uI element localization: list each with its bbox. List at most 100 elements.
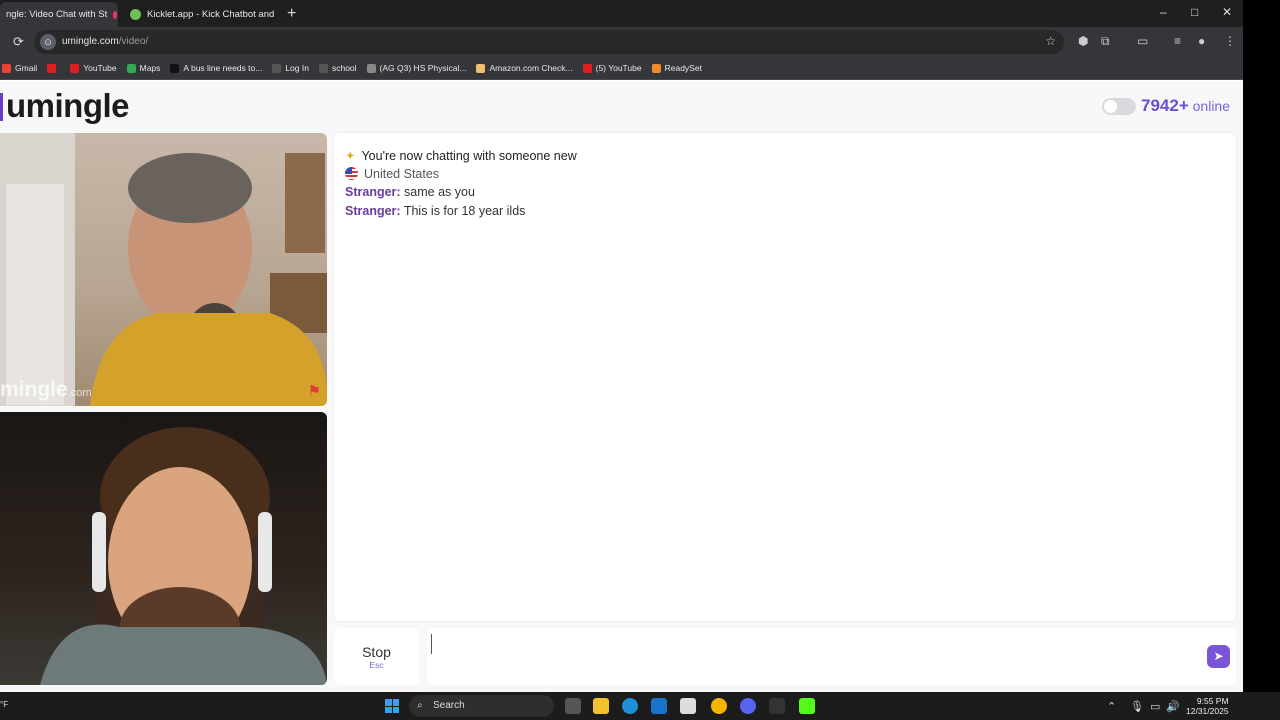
- discord-icon[interactable]: [740, 698, 756, 714]
- extensions-puzzle-icon[interactable]: ⧉: [1101, 34, 1110, 49]
- bookmark-item[interactable]: YouTube: [70, 63, 117, 73]
- microphone-icon[interactable]: 🎙: [1130, 700, 1144, 713]
- bookmark-label: Log In: [285, 63, 309, 73]
- address-bar[interactable]: ⊙ umingle.com/video/ ☆: [34, 30, 1064, 54]
- bookmark-label: A bus line needs to...: [183, 63, 263, 73]
- tab-kicklet[interactable]: Kicklet.app - Kick Chatbot and ✕: [124, 2, 279, 27]
- bookmark-favicon-icon: [2, 63, 11, 73]
- tab-label: Kicklet.app - Kick Chatbot and: [147, 9, 275, 20]
- bookmark-label: Maps: [139, 63, 161, 73]
- bookmark-star-icon[interactable]: ☆: [1045, 34, 1056, 48]
- kick-icon[interactable]: [799, 698, 815, 714]
- profile-avatar-icon[interactable]: ●: [1198, 34, 1205, 48]
- kicklet-favicon-icon: [130, 9, 141, 20]
- online-counter: 7942+ online: [1141, 96, 1230, 116]
- stop-label: Stop: [362, 644, 391, 660]
- taskbar-clock[interactable]: 9:55 PM 12/31/2025: [1186, 696, 1229, 716]
- chrome-icon[interactable]: [711, 698, 727, 714]
- chat-log: ✦ You're now chatting with someone new Un…: [334, 133, 1236, 621]
- video-watermark: mingle.com: [0, 378, 92, 401]
- self-video-frame: [40, 427, 327, 685]
- extension-icon[interactable]: ⬢: [1078, 34, 1088, 48]
- minimize-button[interactable]: –: [1160, 5, 1167, 19]
- online-label: online: [1188, 98, 1231, 114]
- site-info-icon[interactable]: ⊙: [40, 34, 56, 50]
- system-message: ✦ You're now chatting with someone new: [345, 149, 577, 163]
- close-tab-icon[interactable]: ✕: [274, 8, 279, 21]
- browser-toolbar: ⟳ ⊙ umingle.com/video/ ☆: [0, 27, 1243, 57]
- online-count: 7942+: [1141, 96, 1189, 115]
- self-video: [0, 412, 327, 685]
- sparkles-icon: ✦: [345, 149, 356, 163]
- store-icon[interactable]: [680, 698, 696, 714]
- bookmark-label: ReadySet: [664, 63, 702, 73]
- media-control-icon[interactable]: ≡: [1174, 34, 1181, 48]
- stranger-video-frame: [0, 133, 327, 406]
- bookmark-label: school: [331, 63, 357, 73]
- message-sender: Stranger:: [345, 185, 401, 199]
- obs-icon[interactable]: [769, 698, 785, 714]
- bookmark-favicon-icon: [582, 63, 592, 73]
- task-view-icon[interactable]: [565, 698, 581, 714]
- bookmark-item[interactable]: [47, 63, 60, 73]
- chat-message: Stranger: This is for 18 year ilds: [345, 204, 525, 218]
- bookmark-label: YouTube: [83, 63, 117, 73]
- volume-icon[interactable]: 🔊: [1166, 700, 1180, 713]
- message-input[interactable]: [431, 634, 1191, 654]
- bookmark-item[interactable]: Log In: [272, 63, 309, 73]
- taskbar-search[interactable]: ⌕ Search: [409, 695, 554, 717]
- message-sender: Stranger:: [345, 204, 401, 218]
- bookmark-favicon-icon: [47, 63, 57, 73]
- message-text: same as you: [400, 185, 475, 199]
- us-flag-icon: [345, 167, 358, 180]
- windows-start-icon[interactable]: [385, 699, 399, 713]
- bookmark-item[interactable]: (AG Q3) HS Physical...: [366, 63, 466, 73]
- show-hidden-icons-icon[interactable]: ⌃: [1107, 700, 1116, 713]
- new-tab-button[interactable]: +: [287, 5, 296, 23]
- stop-shortcut-hint: Esc: [369, 660, 384, 670]
- chat-message: Stranger: same as you: [345, 185, 475, 199]
- edge-icon[interactable]: [622, 698, 638, 714]
- bookmark-favicon-icon: [126, 63, 136, 73]
- message-box[interactable]: ➤: [427, 628, 1236, 685]
- message-text: This is for 18 year ilds: [400, 204, 526, 218]
- bookmark-favicon-icon: [318, 63, 328, 73]
- tab-umingle[interactable]: ngle: Video Chat with St ✕: [0, 2, 118, 27]
- maximize-button[interactable]: □: [1191, 5, 1198, 19]
- umingle-page: umingle 7942+ online mingle.com ⚑ ✦ You'…: [0, 81, 1243, 692]
- stranger-video: mingle.com ⚑: [0, 133, 327, 406]
- network-icon[interactable]: ▭: [1150, 700, 1160, 713]
- bookmark-item[interactable]: A bus line needs to...: [170, 63, 262, 73]
- bookmark-favicon-icon: [651, 63, 661, 73]
- theme-toggle[interactable]: [1102, 98, 1136, 115]
- send-icon[interactable]: ➤: [1207, 645, 1230, 668]
- menu-kebab-icon[interactable]: ⋮: [1224, 34, 1236, 48]
- bookmark-item[interactable]: Gmail: [2, 63, 37, 73]
- site-logo[interactable]: umingle: [6, 87, 130, 125]
- browser-window: ngle: Video Chat with St ✕ Kicklet.app -…: [0, 0, 1243, 692]
- bookmark-label: Amazon.com Check...: [489, 63, 573, 73]
- bookmark-item[interactable]: (5) YouTube: [582, 63, 642, 73]
- screen-edge: [1243, 0, 1280, 692]
- reload-icon[interactable]: ⟳: [13, 34, 24, 50]
- bookmark-item[interactable]: Maps: [126, 63, 161, 73]
- bookmark-item[interactable]: Amazon.com Check...: [476, 63, 573, 73]
- logo-accent: [0, 93, 3, 121]
- file-explorer-icon[interactable]: [593, 698, 609, 714]
- bookmark-favicon-icon: [272, 63, 282, 73]
- close-window-button[interactable]: ✕: [1222, 5, 1232, 19]
- bookmark-item[interactable]: ReadySet: [651, 63, 702, 73]
- close-tab-icon[interactable]: ✕: [117, 8, 118, 21]
- bookmark-label: (5) YouTube: [595, 63, 642, 73]
- bookmark-item[interactable]: school: [318, 63, 357, 73]
- bookmark-favicon-icon: [366, 63, 376, 73]
- windows-taskbar: °F ⌕ Search ⌃ 🎙 ▭ 🔊 9:55 PM 12/31/2025: [0, 692, 1280, 720]
- outlook-icon[interactable]: [651, 698, 667, 714]
- stop-button[interactable]: Stop Esc: [334, 628, 419, 685]
- url-text: umingle.com/video/: [62, 36, 149, 47]
- bookmark-favicon-icon: [476, 63, 486, 73]
- tab-label: ngle: Video Chat with St: [6, 9, 108, 20]
- side-panel-icon[interactable]: ▭: [1137, 34, 1148, 48]
- weather-text[interactable]: °F: [0, 700, 8, 709]
- report-flag-icon[interactable]: ⚑: [308, 382, 321, 400]
